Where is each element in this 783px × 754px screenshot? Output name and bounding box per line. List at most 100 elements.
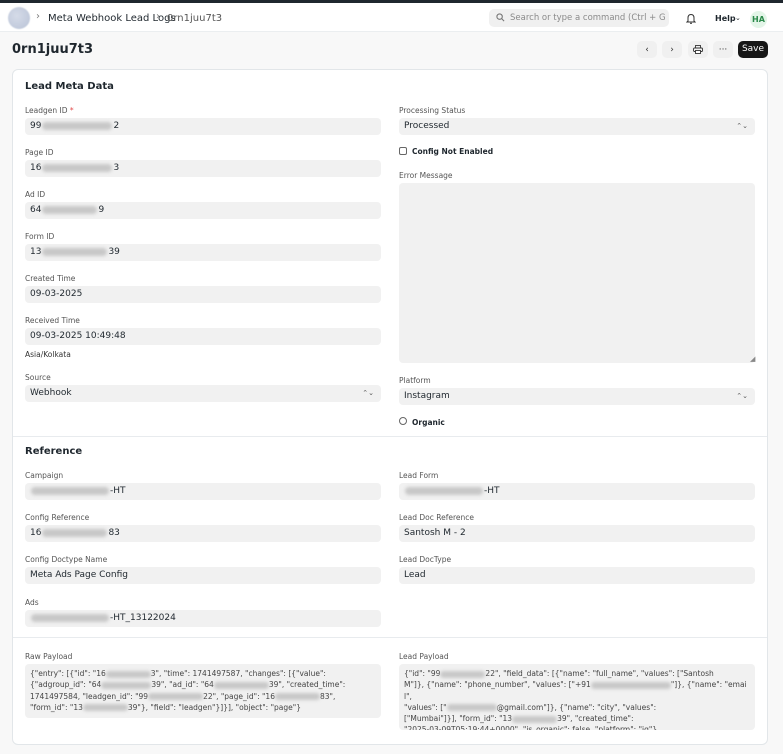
lead-doctype-field[interactable]: Lead [399, 567, 755, 584]
config-reference-label: Config Reference [25, 513, 90, 522]
payload-line: {"id": "99 22", "field_data": [{"name": "… [404, 668, 750, 679]
save-button[interactable]: Save [738, 41, 768, 58]
config-doctype-name-field[interactable]: Meta Ads Page Config [25, 567, 381, 584]
payload-text: @gmail.com"]}, {"name": "city", "values"… [496, 702, 657, 712]
raw-payload-code[interactable]: {"entry": [{"id": "16 3", "time": 1741497… [25, 664, 381, 718]
platform-label: Platform [399, 376, 431, 385]
error-message-label: Error Message [399, 171, 453, 180]
lead-form-field[interactable]: -HT [399, 483, 755, 500]
breadcrumb-current[interactable]: 0rn1juu7t3 [167, 13, 222, 24]
config-reference-field[interactable]: 16 83 [25, 525, 381, 542]
config-doctype-name-label: Config Doctype Name [25, 555, 108, 564]
page-id-label: Page ID [25, 148, 54, 157]
section-title-reference: Reference [25, 446, 83, 457]
ads-label: Ads [25, 598, 39, 607]
campaign-label: Campaign [25, 471, 64, 480]
payload-line: {"adgroup_id": "64 39", "ad_id": "64 39", … [30, 679, 376, 690]
lead-doc-reference-field[interactable]: Santosh M - 2 [399, 525, 755, 542]
user-avatar[interactable]: HA [750, 11, 767, 28]
payload-text: 3", "time": 1741497587, "changes": [{"va… [150, 669, 326, 678]
payload-text: "2025-03-09T05:19:44+0000", "is_organic"… [404, 725, 658, 730]
payload-text: 22", "page_id": "16 [203, 691, 275, 701]
bell-icon[interactable] [686, 13, 696, 24]
section-title-lead-meta: Lead Meta Data [25, 81, 114, 92]
payload-text: 1741497584, "leadgen_id": "99 [30, 691, 149, 701]
breadcrumb-separator-icon: › [156, 11, 160, 22]
created-time-label: Created Time [25, 274, 76, 283]
payload-text: 22", "field_data": [{"name": "full_name"… [485, 669, 714, 678]
lead-payload-code[interactable]: {"id": "99 22", "field_data": [{"name": "… [399, 664, 755, 730]
payload-line: {"entry": [{"id": "16 3", "time": 1741497… [30, 668, 376, 679]
more-actions-button[interactable]: ··· [713, 41, 733, 58]
received-time-field[interactable]: 09-03-2025 10:49:48 [25, 328, 381, 345]
payload-text: {"adgroup_id": "64 [30, 680, 102, 690]
select-arrows-icon: ⌃⌄ [736, 122, 748, 130]
form-id-label: Form ID [25, 232, 55, 241]
redacted-value [274, 693, 320, 701]
campaign-field[interactable]: -HT [25, 483, 381, 500]
leadgen-id-label: Leadgen ID * [25, 106, 74, 115]
print-button[interactable] [688, 41, 708, 58]
payload-line: ["Mumbai"]}], "form_id": "13 39", "create… [404, 713, 750, 724]
lead-form-label: Lead Form [399, 471, 439, 480]
search-icon [496, 13, 505, 22]
search-bar[interactable] [489, 9, 669, 27]
payload-text: 39", "created_time": [557, 714, 634, 724]
payload-text: {"id": "99 [404, 669, 441, 678]
payload-text: 39", "created_time": [268, 680, 346, 690]
redacted-value [101, 681, 152, 689]
select-arrows-icon: ⌃⌄ [736, 392, 748, 400]
breadcrumb-separator-icon: › [36, 11, 40, 22]
platform-select[interactable]: Instagram ⌃⌄ [399, 388, 755, 405]
page-id-field[interactable]: 16 3 [25, 160, 381, 177]
payload-text: 39"}, "field": "leadgen"}]}], "object": … [127, 702, 301, 712]
section-divider [13, 637, 767, 638]
payload-line: "values": [" @gmail.com"]}, {"name": "cit… [404, 702, 750, 713]
leadgen-id-field[interactable]: 99 2 [25, 118, 381, 135]
app-logo[interactable] [8, 7, 30, 29]
processing-status-select[interactable]: Processed ⌃⌄ [399, 118, 755, 135]
payload-text: 39", "ad_id": "64 [151, 680, 214, 690]
config-not-enabled-checkbox[interactable] [399, 147, 407, 155]
search-input[interactable] [510, 11, 665, 25]
form-id-field[interactable]: 13 39 [25, 244, 381, 261]
created-time-field[interactable]: 09-03-2025 [25, 286, 381, 303]
raw-payload-label: Raw Payload [25, 652, 73, 661]
redacted-value [590, 681, 671, 689]
payload-line: M"]}, {"name": "phone_number", "values":… [404, 679, 750, 702]
previous-doc-button[interactable]: ‹ [637, 41, 657, 58]
timezone-note: Asia/Kolkata [25, 350, 71, 359]
resize-grip-icon[interactable]: ◢ [750, 355, 755, 363]
lead-doctype-label: Lead DocType [399, 555, 452, 564]
payload-line: "2025-03-09T05:19:44+0000", "is_organic"… [404, 724, 750, 730]
page-title: 0rn1juu7t3 [12, 42, 94, 57]
redacted-value [105, 670, 151, 678]
form-card: Lead Meta Data Leadgen ID * 99 2 Page ID … [12, 69, 768, 745]
chevron-left-icon: ‹ [645, 44, 649, 55]
ellipsis-icon: ··· [718, 44, 728, 55]
organic-checkbox[interactable] [399, 417, 407, 425]
error-message-textarea[interactable] [399, 183, 755, 363]
config-not-enabled-label: Config Not Enabled [412, 147, 494, 156]
processing-status-label: Processing Status [399, 106, 466, 115]
redacted-value [446, 704, 497, 712]
redacted-value [148, 693, 204, 701]
received-time-label: Received Time [25, 316, 80, 325]
source-label: Source [25, 373, 51, 382]
payload-text: "values": [" [404, 702, 447, 712]
ads-field[interactable]: -HT_13122024 [25, 610, 381, 627]
next-doc-button[interactable]: › [662, 41, 682, 58]
lead-doc-reference-label: Lead Doc Reference [399, 513, 475, 522]
redacted-value [82, 704, 128, 712]
organic-label: Organic [412, 418, 445, 427]
redacted-value [440, 670, 486, 678]
payload-text: {"entry": [{"id": "16 [30, 669, 106, 678]
select-arrows-icon: ⌃⌄ [362, 389, 374, 397]
ad-id-label: Ad ID [25, 190, 46, 199]
help-menu[interactable]: Help [715, 14, 736, 23]
chevron-down-icon[interactable]: ⌄ [735, 14, 741, 22]
navbar: › Meta Webhook Lead Logs › 0rn1juu7t3 He… [0, 3, 783, 32]
payload-line: "form_id": "13 39"}, "field": "leadgen"}]… [30, 702, 376, 713]
ad-id-field[interactable]: 64 9 [25, 202, 381, 219]
source-select[interactable]: Webhook ⌃⌄ [25, 385, 381, 402]
